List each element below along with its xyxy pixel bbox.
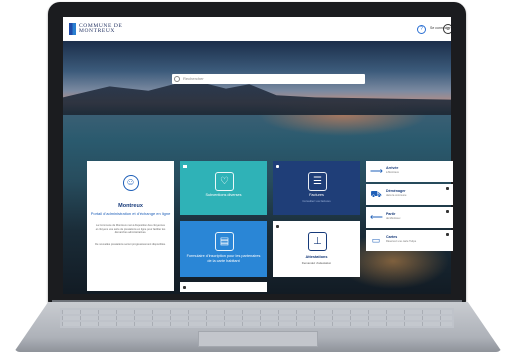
- tile-subventions[interactable]: ♡ Subventions diverses: [180, 161, 267, 215]
- lock-icon: [276, 165, 279, 168]
- lock-icon: [183, 286, 186, 289]
- tile-partial[interactable]: [180, 282, 267, 292]
- side-item-title: Arrivée: [386, 166, 399, 170]
- key-row: [62, 316, 452, 320]
- tile-label: Factures: [309, 193, 324, 197]
- stamp-icon: ⊥: [308, 232, 327, 251]
- tile-label: Subventions diverses: [205, 193, 242, 197]
- id-card-icon: ▤: [215, 232, 234, 251]
- search-placeholder: Rechercher: [183, 76, 204, 81]
- side-item-sub: dans la commune: [386, 194, 407, 197]
- logo-mark-icon: [69, 23, 76, 35]
- side-item-sub: de Montreux: [386, 217, 401, 220]
- lock-icon: [446, 210, 449, 213]
- side-item-partir[interactable]: ⟵ Partir de Montreux: [366, 207, 453, 228]
- arrow-right-icon: ⟶: [370, 166, 383, 176]
- tile-attestations[interactable]: ⊥ Attestations Demandez d’attestation: [273, 221, 360, 277]
- side-item-cartes[interactable]: ▭ Cartes Réservez une carte Tulipe: [366, 230, 453, 251]
- side-item-sub: à Montreux: [386, 171, 399, 174]
- lock-icon: [446, 233, 449, 236]
- welcome-title: Montreux: [118, 203, 143, 209]
- lock-icon: [446, 187, 449, 190]
- tile-sublabel: Consultez vos factures: [302, 199, 331, 203]
- welcome-card: ☺ Montreux Portail d’administration et d…: [87, 161, 174, 291]
- welcome-body-1: La Commune de Montreux met à disposition…: [95, 224, 166, 235]
- cards-icon: ▭: [371, 235, 381, 245]
- side-item-title: Cartes: [386, 235, 398, 239]
- logo-line2: MONTREUX: [79, 28, 115, 34]
- top-bar: COMMUNE DE MONTREUX ? Se connecter ☺: [63, 17, 451, 41]
- side-item-demenager[interactable]: ⛟ Déménager dans la commune: [366, 184, 453, 205]
- welcome-subtitle: Portail d’administration et d’échange en…: [90, 211, 171, 216]
- trackpad: [198, 331, 318, 347]
- key-row: [62, 310, 452, 314]
- truck-icon: ⛟: [370, 189, 382, 199]
- arrow-left-icon: ⟵: [370, 212, 383, 222]
- tile-label: Formulaire d’inscription pour les parten…: [186, 254, 261, 263]
- side-item-sub: Réservez une carte Tulipe: [386, 240, 417, 243]
- search-icon: [174, 76, 180, 82]
- smile-icon: ☺: [122, 175, 139, 191]
- help-icon[interactable]: ?: [417, 25, 426, 34]
- welcome-body-2: De nouvelles prestations seront progress…: [95, 242, 166, 246]
- tile-carte-habitant[interactable]: ▤ Formulaire d’inscription pour les part…: [180, 221, 267, 277]
- folder-icon: [183, 165, 187, 168]
- tile-factures[interactable]: ☰ Factures Consultez vos factures: [273, 161, 360, 215]
- tile-label: Attestations: [305, 255, 328, 259]
- lock-icon: [276, 225, 279, 228]
- logo[interactable]: COMMUNE DE MONTREUX: [69, 23, 122, 35]
- key-row: [62, 322, 452, 326]
- document-icon: ☰: [308, 172, 327, 191]
- hands-heart-icon: ♡: [215, 172, 234, 191]
- logo-text: COMMUNE DE MONTREUX: [79, 23, 122, 35]
- side-item-title: Déménager: [386, 189, 406, 193]
- user-icon[interactable]: ☺: [443, 24, 451, 34]
- tile-sublabel: Demandez d’attestation: [301, 261, 332, 265]
- side-item-arrivee[interactable]: ⟶ Arrivée à Montreux: [366, 161, 453, 182]
- side-item-title: Partir: [386, 212, 396, 216]
